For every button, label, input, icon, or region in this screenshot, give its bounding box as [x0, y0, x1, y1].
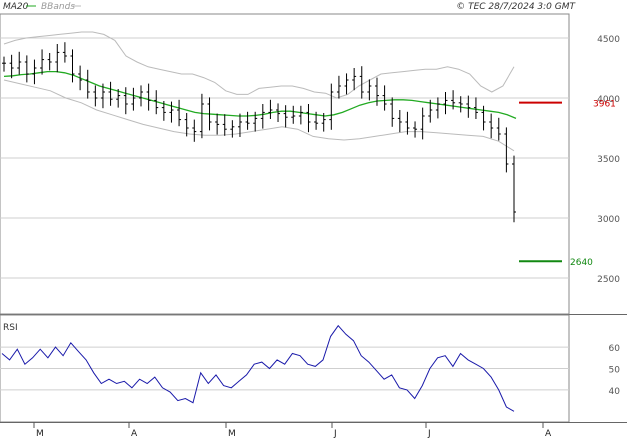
- price-tick-label: 4500: [597, 35, 620, 45]
- x-tick-label: J: [333, 429, 337, 439]
- price-tick-label: 3500: [597, 155, 620, 165]
- price-tick-label: 3000: [597, 215, 620, 225]
- x-tick-label: J: [427, 429, 431, 439]
- ma20-line: [3, 70, 517, 120]
- price-grid: 45004000350030002500: [0, 35, 620, 285]
- rsi-title: RSI: [3, 323, 18, 333]
- x-tick-label: A: [545, 429, 552, 439]
- resistance-label: 3961: [593, 100, 616, 110]
- bbands-legend: BBands: [41, 2, 75, 12]
- ma20-legend: MA20: [3, 2, 29, 12]
- rsi-tick-label: 40: [609, 387, 621, 397]
- source-note: © TEC 28/7/2024 3:0 GMT: [456, 2, 576, 12]
- price-tick-label: 2500: [597, 275, 620, 285]
- ohlc-bars: [2, 42, 516, 223]
- price-levels: 3961 2640: [519, 100, 616, 268]
- x-axis: MAMJJA: [33, 422, 552, 439]
- stock-chart: MA20 BBands © TEC 28/7/2024 3:0 GMT 4500…: [0, 2, 627, 439]
- rsi-tick-label: 50: [609, 366, 621, 376]
- ma20-path: [3, 70, 517, 120]
- rsi-tick-label: 60: [609, 344, 621, 354]
- support-label: 2640: [570, 258, 593, 268]
- x-tick-label: M: [228, 429, 236, 439]
- x-tick-label: A: [131, 429, 138, 439]
- rsi-grid: 60 50 40: [0, 344, 620, 397]
- bollinger-bands: [3, 31, 515, 152]
- price-panel: [0, 13, 570, 315]
- x-tick-label: M: [36, 429, 44, 439]
